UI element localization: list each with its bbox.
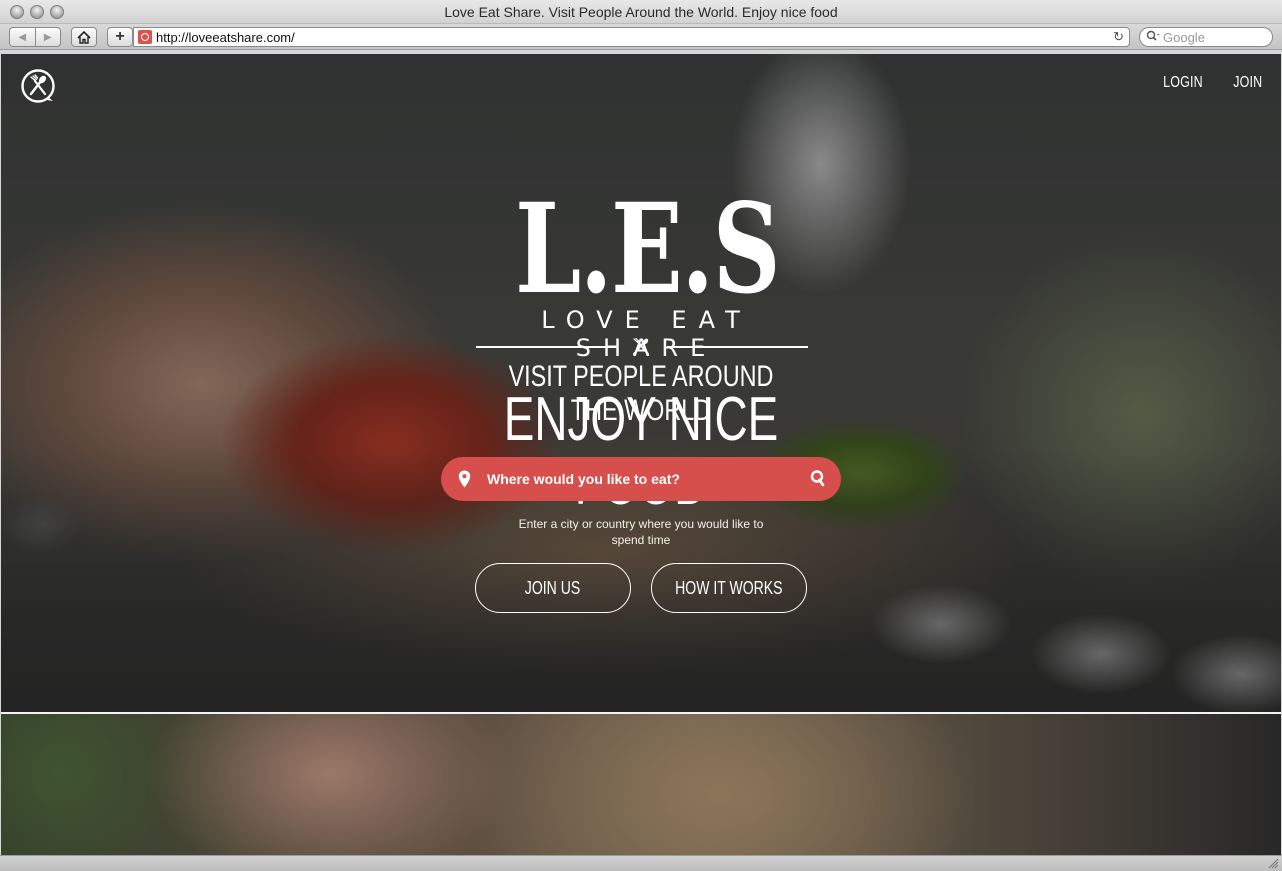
back-arrow-icon[interactable]: ◀ [10, 28, 35, 46]
page-viewport: LOGIN JOIN L.E.S LOVE EAT SHARE VISIT PE… [1, 54, 1281, 855]
divider-rule-left [476, 346, 616, 348]
divider-rule-right [667, 346, 808, 348]
site-favicon [138, 30, 152, 44]
url-text[interactable]: http://loveeatshare.com/ [156, 30, 295, 45]
join-us-button[interactable]: JOIN US [475, 563, 631, 613]
utensils-icon [633, 338, 649, 355]
location-pin-icon [458, 470, 471, 488]
address-bar[interactable]: http://loveeatshare.com/ ↻ [133, 27, 1130, 47]
home-button[interactable] [71, 27, 97, 47]
destination-search-input[interactable] [487, 457, 797, 501]
browser-toolbar: ◀ ▶ + http://loveeatshare.com/ ↻ Google [0, 24, 1282, 50]
home-icon [77, 30, 91, 44]
how-it-works-label: HOW IT WORKS [675, 577, 783, 598]
browser-statusbar [0, 855, 1282, 871]
site-logo-icon[interactable] [20, 68, 56, 104]
history-nav: ◀ ▶ [9, 27, 61, 47]
browser-search-field[interactable]: Google [1139, 27, 1273, 47]
top-nav: LOGIN JOIN [1152, 74, 1262, 92]
reload-icon[interactable]: ↻ [1113, 29, 1124, 45]
join-link[interactable]: JOIN [1233, 74, 1262, 92]
second-section-image [1, 714, 1281, 855]
hero-logo-text: L.E.S [514, 177, 781, 322]
join-us-label: JOIN US [525, 577, 581, 598]
search-icon[interactable] [809, 469, 827, 487]
destination-search-bar [441, 457, 841, 501]
browser-search-placeholder: Google [1163, 29, 1205, 45]
resize-grip-icon[interactable] [1268, 858, 1279, 869]
search-icon [1146, 30, 1160, 44]
window-titlebar: Love Eat Share. Visit People Around the … [0, 0, 1282, 24]
forward-arrow-icon[interactable]: ▶ [34, 28, 61, 46]
plus-icon[interactable]: + [107, 27, 133, 47]
search-hint-text: Enter a city or country where you would … [518, 517, 764, 547]
window-title: Love Eat Share. Visit People Around the … [444, 4, 838, 20]
login-link[interactable]: LOGIN [1163, 74, 1203, 92]
how-it-works-button[interactable]: HOW IT WORKS [651, 563, 807, 613]
